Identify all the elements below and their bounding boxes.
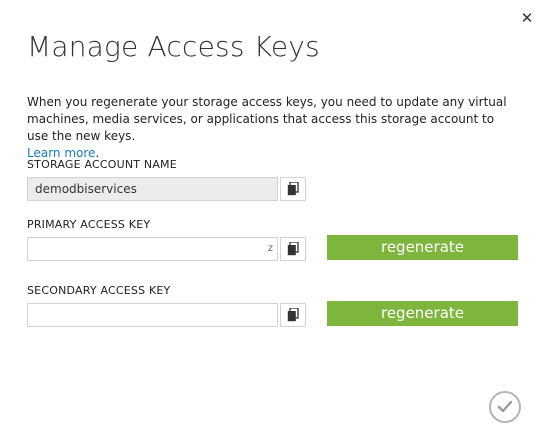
storage-account-name-value: demodbiservices (35, 182, 137, 196)
checkmark-icon (497, 400, 513, 413)
copy-icon (287, 242, 299, 256)
close-icon[interactable]: ✕ (519, 10, 535, 26)
dialog-title: Manage Access Keys (27, 30, 320, 63)
secondary-access-key-field[interactable] (27, 303, 278, 327)
secondary-access-key-label: SECONDARY ACCESS KEY (27, 284, 171, 297)
description-text: When you regenerate your storage access … (27, 95, 507, 143)
regenerate-secondary-key-button[interactable]: regenerate (327, 301, 518, 326)
regenerate-primary-key-button[interactable]: regenerate (327, 235, 518, 260)
primary-access-key-label: PRIMARY ACCESS KEY (27, 218, 151, 231)
dialog-description: When you regenerate your storage access … (27, 94, 517, 162)
primary-key-visible-tail: z (267, 243, 273, 254)
primary-access-key-field[interactable]: z (27, 237, 278, 261)
storage-account-name-field[interactable]: demodbiservices (27, 177, 278, 201)
copy-storage-account-name-button[interactable] (280, 177, 306, 201)
storage-account-name-label: STORAGE ACCOUNT NAME (27, 158, 177, 171)
copy-secondary-key-button[interactable] (280, 303, 306, 327)
copy-primary-key-button[interactable] (280, 237, 306, 261)
ok-button[interactable] (489, 391, 521, 423)
copy-icon (287, 182, 299, 196)
copy-icon (287, 308, 299, 322)
